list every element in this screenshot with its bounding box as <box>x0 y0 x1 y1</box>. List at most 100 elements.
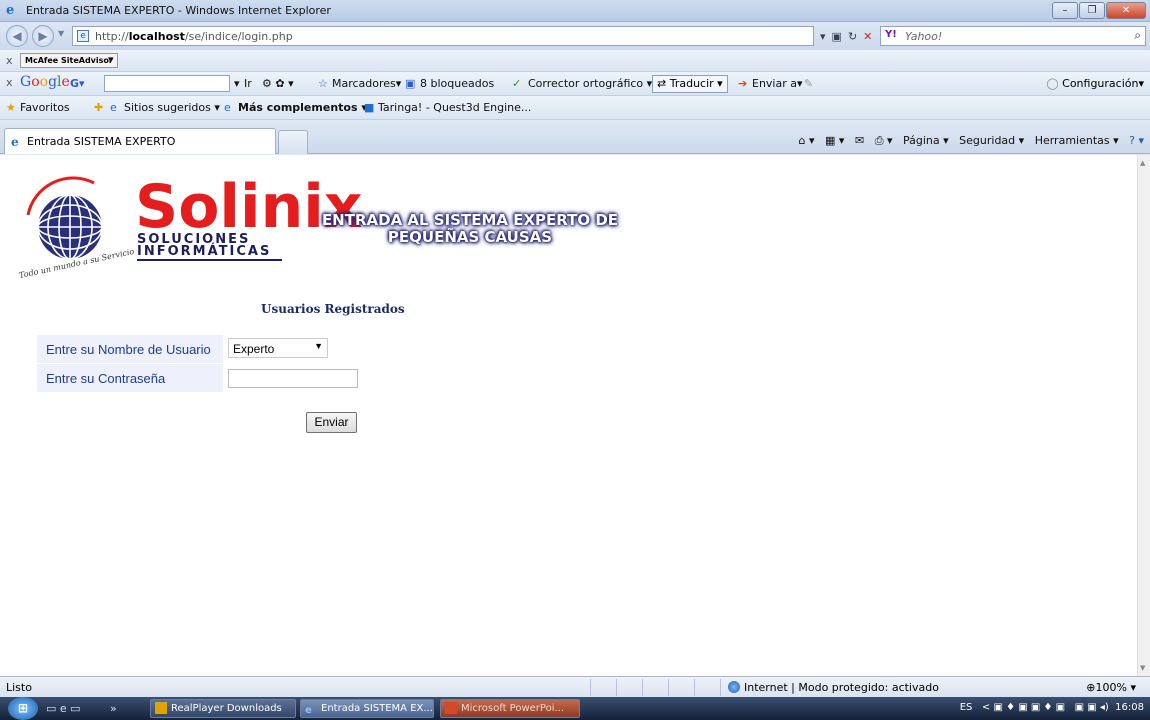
ir-button[interactable]: Ir <box>244 77 252 90</box>
google-logo: Google <box>20 74 70 90</box>
scroll-down-icon[interactable]: ▼ <box>1140 664 1145 672</box>
print-icon[interactable]: ⎙ ▾ <box>875 134 893 147</box>
spellcheck-icon: ✓ <box>512 77 522 90</box>
taskbar-item-powerpoint[interactable]: Microsoft PowerPoi... <box>440 699 580 718</box>
language-indicator[interactable]: ES <box>960 702 973 713</box>
status-divider <box>720 679 721 696</box>
add-favorite-icon[interactable]: ✚ <box>94 101 103 114</box>
status-text: Listo <box>6 681 32 694</box>
taskbar-item-ie[interactable]: e Entrada SISTEMA EX... <box>300 699 434 718</box>
status-bar: Listo Internet | Modo protegido: activad… <box>0 676 1150 697</box>
close-toolbar-button[interactable]: x <box>6 54 13 67</box>
page-content: Todo un mundo a su Servicio Solinix SOLU… <box>0 155 1137 676</box>
system-tray: ES < ▣ ♦ ▣ ▣ ♦ ▣ ▣ ▣ ◂) 16:08 <box>960 702 1144 713</box>
refresh-icon[interactable]: ↻ <box>848 30 857 43</box>
mcafee-toolbar: x McAfee SiteAdvisor ▾ <box>0 50 1150 72</box>
toolbar-extras-icon[interactable]: ⚙ ✿ ▾ <box>262 77 294 90</box>
recent-pages-dropdown-icon[interactable]: ▼ <box>58 29 64 38</box>
search-dropdown-icon[interactable]: ▾ <box>234 77 240 90</box>
quicklaunch-overflow-icon[interactable]: » <box>110 702 117 715</box>
taskbar: ⊞ ▭ e ▭ » RealPlayer Downloads e Entrada… <box>0 697 1150 720</box>
powerpoint-icon <box>445 702 457 714</box>
ie-page-icon: e <box>224 101 231 114</box>
clock[interactable]: 16:08 <box>1115 702 1144 713</box>
settings-circle-icon: ◯ <box>1046 77 1063 90</box>
password-field[interactable] <box>228 369 358 388</box>
favorites-bar: ★ Favoritos ✚ e Sitios sugeridos ▾ e Más… <box>0 96 1150 120</box>
ie-page-icon: e <box>11 135 19 149</box>
pencil-icon[interactable]: ✎ <box>804 77 813 90</box>
favorites-star-icon: ★ <box>6 101 16 114</box>
command-bar: ⌂ ▾ ▦ ▾ ✉ ⎙ ▾ Página ▾ Seguridad ▾ Herra… <box>799 134 1144 148</box>
vertical-scrollbar[interactable]: ▲ ▼ <box>1137 155 1150 676</box>
search-provider-label: Yahoo! <box>905 30 943 43</box>
form-heading: Usuarios Registrados <box>261 302 405 316</box>
mail-icon[interactable]: ✉ <box>855 134 864 147</box>
marcadores-button[interactable]: Marcadores▾ <box>332 77 401 90</box>
sitios-sugeridos-button[interactable]: Sitios sugeridos ▾ <box>124 101 220 114</box>
internet-explorer-icon: e <box>6 3 15 18</box>
window-title-bar: e Entrada SISTEMA EXPERTO - Windows Inte… <box>0 0 1150 22</box>
scroll-up-icon[interactable]: ▲ <box>1140 159 1145 167</box>
configuracion-button[interactable]: ◯ Configuración▾ <box>1046 77 1144 90</box>
home-icon[interactable]: ⌂ ▾ <box>799 134 815 147</box>
feeds-icon[interactable]: ▦ ▾ <box>825 134 844 147</box>
close-window-button[interactable]: ✕ <box>1106 2 1146 19</box>
maximize-button[interactable]: ❐ <box>1079 2 1105 19</box>
url-text[interactable]: http://localhost/se/indice/login.php <box>95 30 293 43</box>
username-select[interactable]: Experto ▼ <box>228 338 328 358</box>
pagina-menu[interactable]: Página ▾ <box>903 134 949 147</box>
mcafee-dropdown-icon[interactable]: ▾ <box>108 53 114 66</box>
start-button[interactable]: ⊞ <box>8 697 38 720</box>
google-menu-button[interactable]: G▾ <box>70 77 85 90</box>
herramientas-menu[interactable]: Herramientas ▾ <box>1035 134 1119 147</box>
popup-blocked-button[interactable]: 8 bloqueados <box>420 77 494 90</box>
quicklaunch-icons[interactable]: ▭ e ▭ <box>46 702 81 715</box>
status-divider <box>668 679 669 696</box>
banner-line-2: PEQUEÑAS CAUSAS <box>387 228 553 246</box>
chevron-down-icon: ▼ <box>314 341 323 351</box>
minimize-button[interactable]: – <box>1052 2 1078 19</box>
tab-entrada-sistema-experto[interactable]: e Entrada SISTEMA EXPERTO <box>4 128 276 154</box>
address-dropdown-icon[interactable]: ▾ <box>820 30 826 43</box>
send-to-button[interactable]: Enviar a▾ <box>752 77 803 90</box>
security-zone[interactable]: Internet | Modo protegido: activado <box>728 681 939 694</box>
translate-icon: ⇄ <box>657 77 670 90</box>
status-divider <box>616 679 617 696</box>
back-button[interactable]: ◀ <box>6 25 28 47</box>
realplayer-icon <box>155 702 167 714</box>
tab-label: Entrada SISTEMA EXPERTO <box>27 135 176 148</box>
spellcheck-button[interactable]: Corrector ortográfico ▾ <box>528 77 652 90</box>
zoom-level[interactable]: ⊕100% ▾ <box>1086 681 1136 694</box>
google-toolbar: x Google G▾ ▾ Ir ⚙ ✿ ▾ ☆ Marcadores▾ ▣ 8… <box>0 72 1150 96</box>
enviar-button[interactable]: Enviar <box>306 412 357 433</box>
google-search-input[interactable] <box>104 75 230 92</box>
stop-icon[interactable]: ✕ <box>863 30 872 43</box>
mcafee-siteadvisor-button[interactable]: McAfee SiteAdvisor <box>20 53 118 68</box>
yahoo-logo-icon: Y! <box>885 29 897 40</box>
close-toolbar-button[interactable]: x <box>6 76 13 89</box>
taringa-icon: ■ <box>364 101 375 114</box>
status-divider <box>642 679 643 696</box>
password-row: Entre su Contraseña <box>37 364 223 392</box>
translate-button[interactable]: ⇄ Traducir ▾ <box>652 75 728 93</box>
page-icon: e <box>77 30 89 42</box>
system-banner: ENTRADA AL SISTEMA EXPERTO DE PEQUEÑAS C… <box>290 212 650 246</box>
window-title: Entrada SISTEMA EXPERTO - Windows Intern… <box>26 4 331 17</box>
mas-complementos-button[interactable]: Más complementos ▾ <box>238 101 367 114</box>
new-tab-button[interactable] <box>278 130 308 154</box>
favoritos-button[interactable]: Favoritos <box>20 101 70 114</box>
brand-subtitle-2: INFORMÁTICAS <box>137 244 272 259</box>
bookmark-star-icon: ☆ <box>318 77 328 90</box>
help-icon[interactable]: ? ▾ <box>1129 134 1144 147</box>
seguridad-menu[interactable]: Seguridad ▾ <box>959 134 1024 147</box>
taringa-link[interactable]: Taringa! - Quest3d Engine... <box>378 101 531 114</box>
forward-button[interactable]: ▶ <box>32 25 54 47</box>
search-icon[interactable]: ⌕ <box>1134 28 1141 43</box>
username-label: Entre su Nombre de Usuario <box>46 342 211 357</box>
search-box[interactable]: Y! Yahoo! ⌕ <box>880 26 1146 46</box>
tray-icons[interactable]: < ▣ ♦ ▣ ▣ ♦ ▣ ▣ ▣ ◂) <box>982 702 1109 713</box>
compatibility-view-icon[interactable]: ▣ <box>832 30 842 43</box>
address-field[interactable]: e http://localhost/se/indice/login.php <box>72 26 814 46</box>
taskbar-item-realplayer[interactable]: RealPlayer Downloads <box>150 699 296 718</box>
